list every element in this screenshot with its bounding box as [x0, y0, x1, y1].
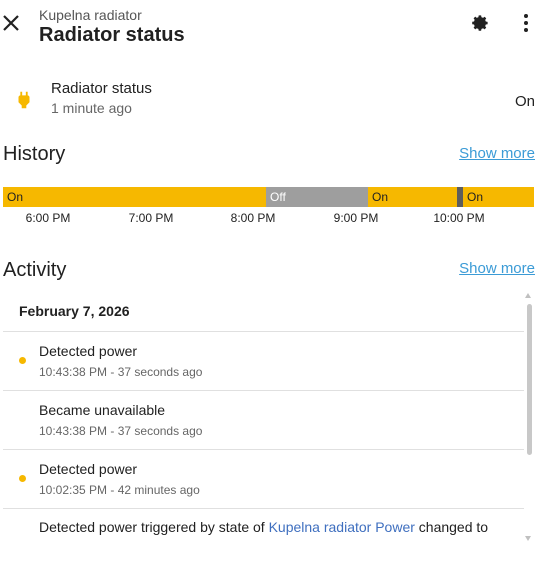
timeline-tick-label: 9:00 PM	[333, 211, 379, 225]
activity-title: Activity	[3, 259, 67, 281]
close-icon	[3, 15, 19, 31]
entity-state: On	[514, 93, 535, 110]
event-title: Became unavailable	[39, 402, 166, 418]
event-text-suffix: changed to	[414, 519, 489, 535]
history-show-more-link[interactable]: Show more	[459, 145, 535, 162]
event-title: Detected power triggered by state of Kup…	[39, 519, 488, 535]
scrollbar-thumb[interactable]	[527, 304, 532, 455]
timeline-tick-label: 6:00 PM	[25, 211, 71, 225]
dialog-title: Radiator status	[39, 24, 185, 46]
history-timeline[interactable]: On Off On On	[3, 187, 534, 207]
more-options-button[interactable]	[520, 12, 532, 34]
divider	[3, 449, 524, 450]
scroll-up-arrow-icon[interactable]	[525, 293, 531, 298]
event-text-prefix: Detected power triggered by state of	[39, 519, 269, 535]
close-button[interactable]	[0, 12, 24, 36]
entity-link[interactable]: Kupelna radiator Power	[269, 519, 415, 535]
activity-date-header: February 7, 2026	[19, 303, 130, 319]
dots-vertical-icon	[524, 14, 528, 32]
event-time: 10:43:38 PM - 37 seconds ago	[39, 424, 203, 438]
timeline-segment-on[interactable]: On	[3, 187, 266, 207]
scroll-down-arrow-icon[interactable]	[525, 536, 531, 541]
event-state-dot	[19, 475, 26, 482]
event-state-dot	[19, 357, 26, 364]
event-time: 10:43:38 PM - 37 seconds ago	[39, 365, 203, 379]
timeline-tick-label: 8:00 PM	[230, 211, 276, 225]
activity-show-more-link[interactable]: Show more	[459, 260, 535, 277]
event-time: 10:02:35 PM - 42 minutes ago	[39, 483, 200, 497]
event-title: Detected power	[39, 461, 138, 477]
settings-button[interactable]	[468, 12, 490, 34]
timeline-tick-label: 10:00 PM	[433, 211, 485, 225]
timeline-segment-on[interactable]: On	[368, 187, 457, 207]
divider	[3, 508, 524, 509]
entity-last-changed: 1 minute ago	[51, 100, 132, 116]
event-title: Detected power	[39, 343, 138, 359]
divider	[3, 331, 524, 332]
power-plug-icon	[13, 89, 35, 111]
gear-icon	[472, 15, 488, 31]
timeline-segment-off[interactable]: Off	[266, 187, 368, 207]
history-title: History	[3, 143, 66, 165]
timeline-tick-label: 7:00 PM	[128, 211, 174, 225]
entity-name: Radiator status	[51, 80, 152, 97]
divider	[3, 390, 524, 391]
timeline-segment-on[interactable]: On	[463, 187, 534, 207]
dialog-subtitle: Kupelna radiator	[39, 7, 142, 23]
